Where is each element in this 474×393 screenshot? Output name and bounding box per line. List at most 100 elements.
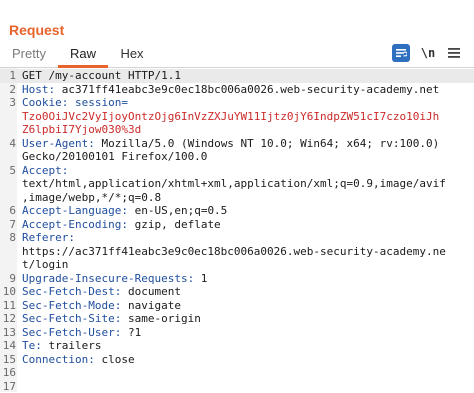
plain-text: ,image/webp,*/*;q=0.8 — [22, 191, 161, 204]
line-content: Accept: — [22, 164, 68, 178]
cookie-value: Tzo0OiJVc2VyIjoyOntzOjg6InVzZXJuYW11Ijtz… — [22, 110, 439, 123]
line-number: 8 — [0, 231, 16, 245]
header-name: Sec-Fetch-User: — [22, 326, 121, 339]
line-number: 11 — [0, 299, 16, 313]
line-number: 14 — [0, 339, 16, 353]
line-content: t/login — [22, 258, 68, 272]
header-name: Upgrade-Insecure-Requests: — [22, 272, 194, 285]
line-content: text/html,application/xhtml+xml,applicat… — [22, 177, 446, 191]
header-value: ?1 — [121, 326, 141, 339]
line-number: 17 — [0, 380, 16, 393]
code-line: 1 GET /my-account HTTP/1.1 — [0, 69, 474, 83]
header-name: Host: — [22, 83, 55, 96]
code-line: Tzo0OiJVc2VyIjoyOntzOjg6InVzZXJuYW11Ijtz… — [0, 110, 474, 124]
code-line: t/login — [0, 258, 474, 272]
line-content: https://ac371ff41eabc3e9c0ec18bc006a0026… — [22, 245, 446, 259]
line-content: Cookie: session= — [22, 96, 128, 110]
header-value: en-US,en;q=0.5 — [128, 204, 227, 217]
code-line: https://ac371ff41eabc3e9c0ec18bc006a0026… — [0, 245, 474, 259]
code-line: 4 User-Agent: Mozilla/5.0 (Windows NT 10.… — [0, 137, 474, 151]
line-number: 16 — [0, 366, 16, 380]
code-line: 5 Accept: — [0, 164, 474, 178]
tab-raw[interactable]: Raw — [58, 40, 108, 67]
line-content: Accept-Language: en-US,en;q=0.5 — [22, 204, 227, 218]
header-name: Accept-Language: — [22, 204, 128, 217]
raw-request-editor[interactable]: 1 GET /my-account HTTP/1.12Host: ac371ff4… — [0, 68, 474, 392]
code-line: text/html,application/xhtml+xml,applicat… — [0, 177, 474, 191]
code-line: 14 Te: trailers — [0, 339, 474, 353]
header-name: Cookie: — [22, 96, 68, 109]
code-line: Z6lpbiI7Yjow030%3d — [0, 123, 474, 137]
header-value: navigate — [121, 299, 181, 312]
code-line: 6Accept-Language: en-US,en;q=0.5 — [0, 204, 474, 218]
header-name: Accept: — [22, 164, 68, 177]
line-number: 3 — [0, 96, 16, 110]
code-line: 10 Sec-Fetch-Dest: document — [0, 285, 474, 299]
line-number: 12 — [0, 312, 16, 326]
line-number: 9 — [0, 272, 16, 286]
header-name: Te: — [22, 339, 42, 352]
code-line: Gecko/20100101 Firefox/100.0 — [0, 150, 474, 164]
line-content: Sec-Fetch-Dest: document — [22, 285, 181, 299]
code-line: 3 Cookie: session= — [0, 96, 474, 110]
panel-title: Request — [9, 22, 64, 38]
show-newlines-button[interactable]: \n — [420, 44, 436, 62]
header-name: User-Agent: — [22, 137, 95, 150]
header-value: gzip, deflate — [128, 218, 221, 231]
line-number: 13 — [0, 326, 16, 340]
line-content: Gecko/20100101 Firefox/100.0 — [22, 150, 207, 164]
plain-text: https://ac371ff41eabc3e9c0ec18bc006a0026… — [22, 245, 446, 258]
header-value: close — [95, 353, 135, 366]
line-content: Tzo0OiJVc2VyIjoyOntzOjg6InVzZXJuYW11Ijtz… — [22, 110, 439, 124]
tab-pretty[interactable]: Pretty — [4, 40, 54, 67]
plain-text: text/html,application/xhtml+xml,applicat… — [22, 177, 446, 190]
line-number: 15 — [0, 353, 16, 367]
line-content: Z6lpbiI7Yjow030%3d — [22, 123, 141, 137]
code-line: 8 Referer: — [0, 231, 474, 245]
wrap-lines-icon — [395, 48, 407, 58]
line-number: 7 — [0, 218, 16, 232]
line-content: Connection: close — [22, 353, 135, 367]
code-line: 11 Sec-Fetch-Mode: navigate — [0, 299, 474, 313]
line-content: Te: trailers — [22, 339, 101, 353]
line-number: 5 — [0, 164, 16, 178]
hamburger-menu-button[interactable] — [448, 44, 460, 62]
code-line: 7 Accept-Encoding: gzip, deflate — [0, 218, 474, 232]
code-line: 12 Sec-Fetch-Site: same-origin — [0, 312, 474, 326]
line-content: Sec-Fetch-Site: same-origin — [22, 312, 201, 326]
request-panel-header: Request — [0, 0, 474, 40]
code-line: 2Host: ac371ff41eabc3e9c0ec18bc006a0026.… — [0, 83, 474, 97]
plain-text: t/login — [22, 258, 68, 271]
header-value: same-origin — [121, 312, 200, 325]
line-number: 10 — [0, 285, 16, 299]
header-value: ac371ff41eabc3e9c0ec18bc006a0026.web-sec… — [55, 83, 439, 96]
header-name: Accept-Encoding: — [22, 218, 128, 231]
line-number: 4 — [0, 137, 16, 151]
header-name: Connection: — [22, 353, 95, 366]
cookie-value: Z6lpbiI7Yjow030%3d — [22, 123, 141, 136]
header-value: Mozilla/5.0 (Windows NT 10.0; Win64; x64… — [95, 137, 439, 150]
code-line: ,image/webp,*/*;q=0.8 — [0, 191, 474, 205]
header-value: trailers — [42, 339, 102, 352]
line-content: Host: ac371ff41eabc3e9c0ec18bc006a0026.w… — [22, 83, 439, 97]
plain-text: Gecko/20100101 Firefox/100.0 — [22, 150, 207, 163]
line-content: Sec-Fetch-User: ?1 — [22, 326, 141, 340]
code-line: 16 — [0, 366, 474, 380]
code-line: 9 Upgrade-Insecure-Requests: 1 — [0, 272, 474, 286]
code-line: 15 Connection: close — [0, 353, 474, 367]
line-content: Accept-Encoding: gzip, deflate — [22, 218, 221, 232]
code-line: 13 Sec-Fetch-User: ?1 — [0, 326, 474, 340]
line-content: Sec-Fetch-Mode: navigate — [22, 299, 181, 313]
line-content: User-Agent: Mozilla/5.0 (Windows NT 10.0… — [22, 137, 439, 151]
code-line: 17 — [0, 380, 474, 393]
line-content: Upgrade-Insecure-Requests: 1 — [22, 272, 207, 286]
line-content: ,image/webp,*/*;q=0.8 — [22, 191, 161, 205]
header-value: document — [121, 285, 181, 298]
plain-text: GET /my-account HTTP/1.1 — [22, 69, 181, 82]
header-value: session= — [68, 96, 128, 109]
wrap-lines-button[interactable] — [392, 44, 410, 62]
header-value: 1 — [194, 272, 207, 285]
line-number: 1 — [0, 69, 16, 83]
line-content: Referer: — [22, 231, 75, 245]
tab-hex[interactable]: Hex — [110, 40, 154, 67]
